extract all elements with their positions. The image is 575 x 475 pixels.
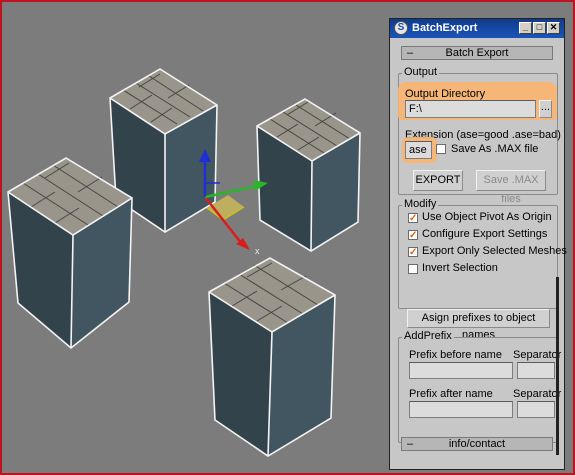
export-button[interactable]: EXPORT xyxy=(413,170,463,191)
extension-input[interactable]: ase xyxy=(405,141,432,159)
separator-before-input[interactable] xyxy=(517,362,555,379)
browse-button[interactable]: ... xyxy=(539,100,552,118)
prefix-before-input[interactable] xyxy=(409,362,513,379)
rollout-label: Batch Export xyxy=(445,47,509,59)
addprefix-group-label: AddPrefix xyxy=(402,330,454,342)
rollout-info-contact[interactable]: – info/contact xyxy=(401,437,553,451)
close-button[interactable]: ✕ xyxy=(547,22,560,34)
gizmo-x-label: x xyxy=(255,246,260,256)
assign-prefixes-button[interactable]: Asign prefixes to object names xyxy=(407,309,550,341)
minimize-button[interactable]: _ xyxy=(519,22,532,34)
output-group-label: Output xyxy=(402,66,440,78)
prefix-after-label: Prefix after name xyxy=(409,388,493,400)
window-title: BatchExport xyxy=(412,22,478,34)
panel-scrollbar[interactable] xyxy=(556,277,559,455)
separator-before-label: Separator xyxy=(513,349,562,361)
separator-after-input[interactable] xyxy=(517,401,555,418)
export-selected-label: Export Only Selected Meshes xyxy=(422,245,567,257)
max-app-icon: S xyxy=(394,21,408,35)
modify-group-label: Modify xyxy=(402,198,439,210)
cube-mesh[interactable] xyxy=(256,98,361,252)
prefix-after-input[interactable] xyxy=(409,401,513,418)
save-max-files-button[interactable]: Save .MAX files xyxy=(476,170,546,205)
cube-mesh[interactable] xyxy=(7,157,133,350)
rollout-label: info/contact xyxy=(448,438,506,450)
output-directory-input[interactable]: F:\ xyxy=(405,100,536,118)
prefix-before-label: Prefix before name xyxy=(409,349,502,361)
invert-selection-checkbox[interactable] xyxy=(408,264,418,274)
use-pivot-label: Use Object Pivot As Origin xyxy=(422,211,552,223)
use-pivot-checkbox[interactable]: ✓ xyxy=(408,213,418,224)
maximize-button[interactable]: □ xyxy=(533,22,546,34)
save-max-checkbox[interactable] xyxy=(436,144,446,154)
cube-mesh[interactable] xyxy=(208,257,336,457)
save-max-label: Save As .MAX file xyxy=(451,143,539,155)
batchexport-window[interactable]: S BatchExport _ □ ✕ – Batch Export Outpu… xyxy=(389,18,567,470)
configure-export-label: Configure Export Settings xyxy=(422,228,548,240)
separator-after-label: Separator xyxy=(513,388,562,400)
invert-selection-label: Invert Selection xyxy=(422,262,498,274)
collapse-icon: – xyxy=(407,438,414,450)
rollout-batch-export[interactable]: – Batch Export xyxy=(401,46,553,60)
output-directory-label: Output Directory xyxy=(405,88,486,100)
export-selected-checkbox[interactable]: ✓ xyxy=(408,247,418,258)
window-titlebar[interactable]: S BatchExport _ □ ✕ xyxy=(390,19,564,38)
configure-export-checkbox[interactable]: ✓ xyxy=(408,230,418,241)
collapse-icon: – xyxy=(407,47,414,59)
